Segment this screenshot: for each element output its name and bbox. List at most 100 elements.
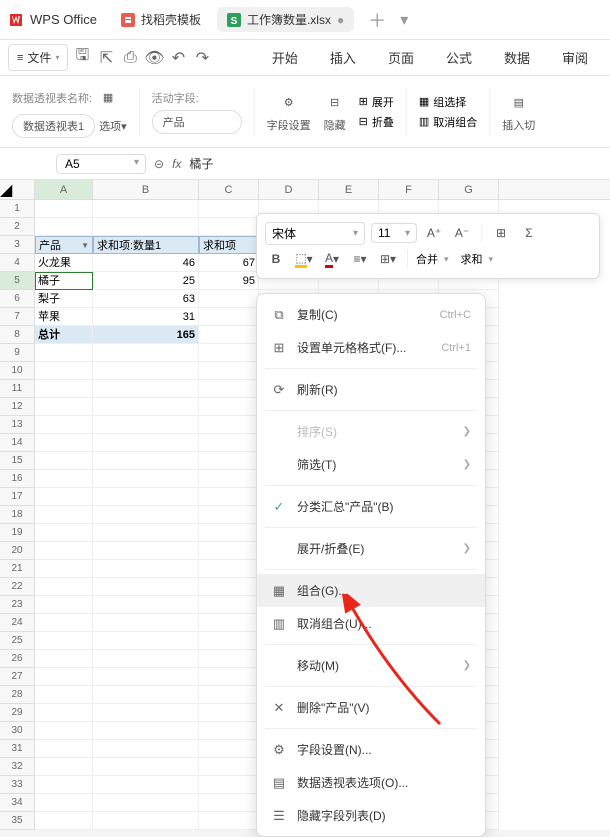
col-header[interactable]: F [379,180,439,199]
autosum-icon[interactable]: Σ [518,222,540,244]
cell[interactable] [35,452,93,470]
row-header[interactable]: 7 [0,308,35,326]
cell[interactable] [35,434,93,452]
cell[interactable] [93,362,199,380]
pivot-icon[interactable]: ▦ [96,86,120,110]
cell[interactable] [93,614,199,632]
cell[interactable] [199,326,259,344]
row-header[interactable]: 11 [0,380,35,398]
cell[interactable] [35,380,93,398]
cell[interactable]: 火龙果 [35,254,93,272]
cell[interactable] [93,740,199,758]
cell[interactable] [199,722,259,740]
cell[interactable] [199,542,259,560]
decrease-font-icon[interactable]: A⁻ [451,222,473,244]
cell[interactable] [199,290,259,308]
merge-label[interactable]: 合并 [416,251,438,267]
cell[interactable] [199,668,259,686]
cell[interactable] [199,578,259,596]
cell[interactable] [93,470,199,488]
cell[interactable]: 梨子 [35,290,93,308]
cell[interactable] [35,596,93,614]
cell[interactable] [35,362,93,380]
cell[interactable] [199,686,259,704]
cell[interactable] [35,740,93,758]
cell[interactable] [199,524,259,542]
print-icon[interactable]: ⎙ [120,48,140,68]
formula-input[interactable]: 橘子 [189,155,213,172]
cell[interactable] [93,380,199,398]
cell[interactable] [199,416,259,434]
menu-formula[interactable]: 公式 [432,44,486,71]
row-header[interactable]: 4 [0,254,35,272]
row-header[interactable]: 34 [0,794,35,812]
row-header[interactable]: 2 [0,218,35,236]
cell[interactable] [199,308,259,326]
cell[interactable] [93,722,199,740]
options-btn[interactable]: 选项▾ [99,118,127,134]
pivot-name-field[interactable]: 数据透视表1 [12,114,95,138]
save-icon[interactable]: 🖫 [72,48,92,68]
cell[interactable] [35,812,93,830]
cell[interactable] [35,650,93,668]
active-field-value[interactable]: 产品 [152,110,242,134]
fill-color-icon[interactable]: ⬚▾ [293,248,315,270]
zoom-icon[interactable]: ⊝ [154,157,164,171]
cell[interactable] [93,542,199,560]
merge-icon[interactable]: ⊞ [490,222,512,244]
cell[interactable] [199,704,259,722]
cell[interactable] [35,704,93,722]
ctx-m[interactable]: 移动(M)❯ [257,649,485,682]
row-header[interactable]: 33 [0,776,35,794]
cell[interactable] [199,434,259,452]
row-header[interactable]: 9 [0,344,35,362]
cell[interactable] [93,758,199,776]
cell[interactable] [93,596,199,614]
row-header[interactable]: 12 [0,398,35,416]
cell[interactable] [93,434,199,452]
cell[interactable] [35,632,93,650]
cell[interactable] [35,758,93,776]
col-header[interactable]: C [199,180,259,199]
row-header[interactable]: 24 [0,614,35,632]
collapse-btn[interactable]: ⊟折叠 [359,114,394,130]
size-select[interactable]: 11▾ [371,223,417,243]
ctx-f[interactable]: ⊞设置单元格格式(F)...Ctrl+1 [257,331,485,364]
cell[interactable] [35,218,93,236]
ctx-v[interactable]: ✕删除"产品"(V) [257,691,485,724]
cell[interactable] [35,668,93,686]
cell[interactable] [35,488,93,506]
font-color-icon[interactable]: A▾ [321,248,343,270]
cell[interactable] [199,362,259,380]
align-icon[interactable]: ≡▾ [349,248,371,270]
cell[interactable] [35,506,93,524]
cell[interactable] [199,632,259,650]
cell[interactable] [199,812,259,830]
menu-review[interactable]: 审阅 [548,44,602,71]
cell[interactable] [35,794,93,812]
row-header[interactable]: 1 [0,200,35,218]
tab-template[interactable]: 找稻壳模板 [111,7,211,32]
cell[interactable] [199,506,259,524]
cell[interactable] [199,614,259,632]
cell[interactable] [199,452,259,470]
row-header[interactable]: 25 [0,632,35,650]
cell[interactable] [199,470,259,488]
cell[interactable] [199,776,259,794]
cell[interactable] [199,488,259,506]
row-header[interactable]: 21 [0,560,35,578]
cell[interactable] [199,740,259,758]
cell[interactable] [199,560,259,578]
ribbon-hide[interactable]: ⊟ 隐藏 [323,91,347,133]
cell[interactable] [35,398,93,416]
cell[interactable]: 橘子 [35,272,93,290]
cell[interactable] [93,524,199,542]
row-header[interactable]: 27 [0,668,35,686]
fx-icon[interactable]: fx [172,157,181,171]
ctx-u[interactable]: ▥取消组合(U)... [257,607,485,640]
row-header[interactable]: 14 [0,434,35,452]
row-header[interactable]: 16 [0,470,35,488]
bold-button[interactable]: B [265,248,287,270]
tab-overflow[interactable]: ▾ [400,10,408,30]
col-header[interactable]: B [93,180,199,199]
